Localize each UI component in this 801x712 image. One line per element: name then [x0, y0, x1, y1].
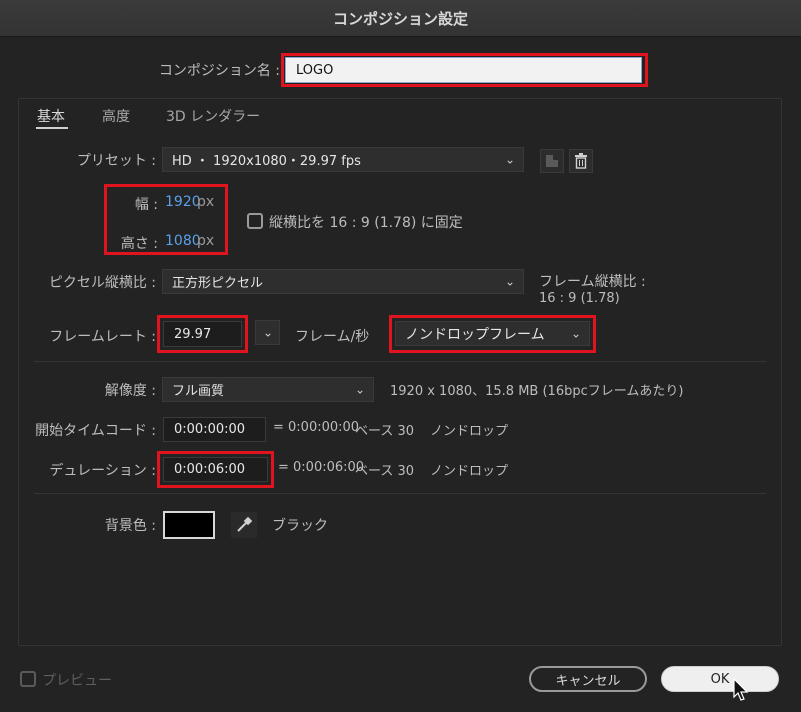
active-tab-indicator [36, 127, 68, 129]
background-color-label: 背景色 : [104, 518, 156, 534]
lock-aspect-checkbox[interactable] [247, 213, 263, 229]
save-preset-icon [546, 155, 558, 167]
height-value[interactable]: 1080 [165, 233, 201, 249]
width-value[interactable]: 1920 [165, 194, 201, 210]
trash-icon [575, 153, 587, 169]
frame-aspect-value: 16 : 9 (1.78) [539, 291, 620, 306]
pixel-aspect-dropdown[interactable]: 正方形ピクセル ⌄ [162, 269, 524, 294]
background-color-name: ブラック [272, 518, 328, 534]
duration-input[interactable]: 0:00:06:00 [163, 457, 268, 482]
resolution-label: 解像度 : [104, 383, 156, 399]
height-unit: px [197, 233, 215, 249]
width-unit: px [197, 194, 215, 210]
delete-preset-button[interactable] [569, 149, 593, 173]
resolution-dropdown[interactable]: フル画質 ⌄ [162, 377, 374, 402]
chevron-down-icon: ⌄ [570, 325, 581, 340]
start-timecode-equals: = 0:00:00:00 [273, 420, 360, 435]
preset-label: プリセット : [76, 153, 156, 169]
tab-basic[interactable]: 基本 [37, 106, 65, 126]
chevron-down-icon: ⌄ [504, 273, 515, 288]
height-label: 高さ : [120, 236, 158, 252]
composition-name-label: コンポジション名 : [158, 63, 280, 79]
duration-label: デュレーション : [49, 463, 156, 479]
preview-label: プレビュー [42, 673, 112, 689]
resolution-info: 1920 x 1080、15.8 MB (16bpcフレームあたり) [390, 384, 684, 399]
composition-name-input[interactable]: LOGO [285, 57, 642, 83]
start-timecode-label: 開始タイムコード : [35, 423, 156, 439]
ok-button[interactable]: OK [661, 666, 779, 692]
chevron-down-icon: ⌄ [262, 324, 273, 339]
start-timecode-drop: ノンドロップ [430, 424, 509, 439]
cancel-button[interactable]: キャンセル [529, 666, 647, 692]
drop-frame-dropdown[interactable]: ノンドロップフレーム ⌄ [395, 321, 590, 346]
duration-drop: ノンドロップ [430, 464, 509, 479]
preview-checkbox[interactable] [20, 671, 36, 687]
save-preset-button[interactable] [540, 149, 564, 173]
width-label: 幅 : [134, 197, 158, 213]
preset-dropdown[interactable]: HD ・ 1920x1080・29.97 fps ⌄ [162, 147, 524, 172]
divider [34, 361, 766, 362]
eyedropper-button[interactable] [231, 512, 257, 538]
duration-base: ベース 30 [355, 464, 415, 479]
drop-frame-value: ノンドロップフレーム [405, 326, 545, 343]
chevron-down-icon: ⌄ [354, 381, 365, 396]
pixel-aspect-label: ピクセル縦横比 : [48, 275, 156, 291]
chevron-down-icon: ⌄ [504, 151, 515, 166]
lock-aspect-label: 縦横比を 16 : 9 (1.78) に固定 [269, 215, 463, 231]
divider [34, 493, 766, 494]
dialog-title: コンポジション設定 [0, 0, 801, 37]
background-color-swatch[interactable] [163, 511, 215, 539]
settings-panel [18, 98, 782, 646]
frame-rate-unit: フレーム/秒 [295, 329, 370, 345]
resolution-value: フル画質 [172, 384, 225, 399]
start-timecode-base: ベース 30 [355, 424, 415, 439]
pixel-aspect-value: 正方形ピクセル [172, 276, 264, 291]
preset-value: HD ・ 1920x1080・29.97 fps [172, 154, 361, 169]
tab-3d-renderer[interactable]: 3D レンダラー [166, 106, 260, 126]
eyedropper-icon [237, 516, 253, 532]
frame-rate-dropdown[interactable]: ⌄ [255, 320, 280, 345]
cursor-icon [733, 678, 749, 701]
tab-advanced[interactable]: 高度 [102, 106, 130, 126]
start-timecode-input[interactable]: 0:00:00:00 [163, 417, 266, 442]
frame-rate-input[interactable]: 29.97 [163, 321, 242, 347]
frame-aspect-label: フレーム縦横比 : [539, 274, 646, 290]
frame-rate-label: フレームレート : [49, 329, 156, 345]
duration-equals: = 0:00:06:00 [278, 460, 365, 475]
